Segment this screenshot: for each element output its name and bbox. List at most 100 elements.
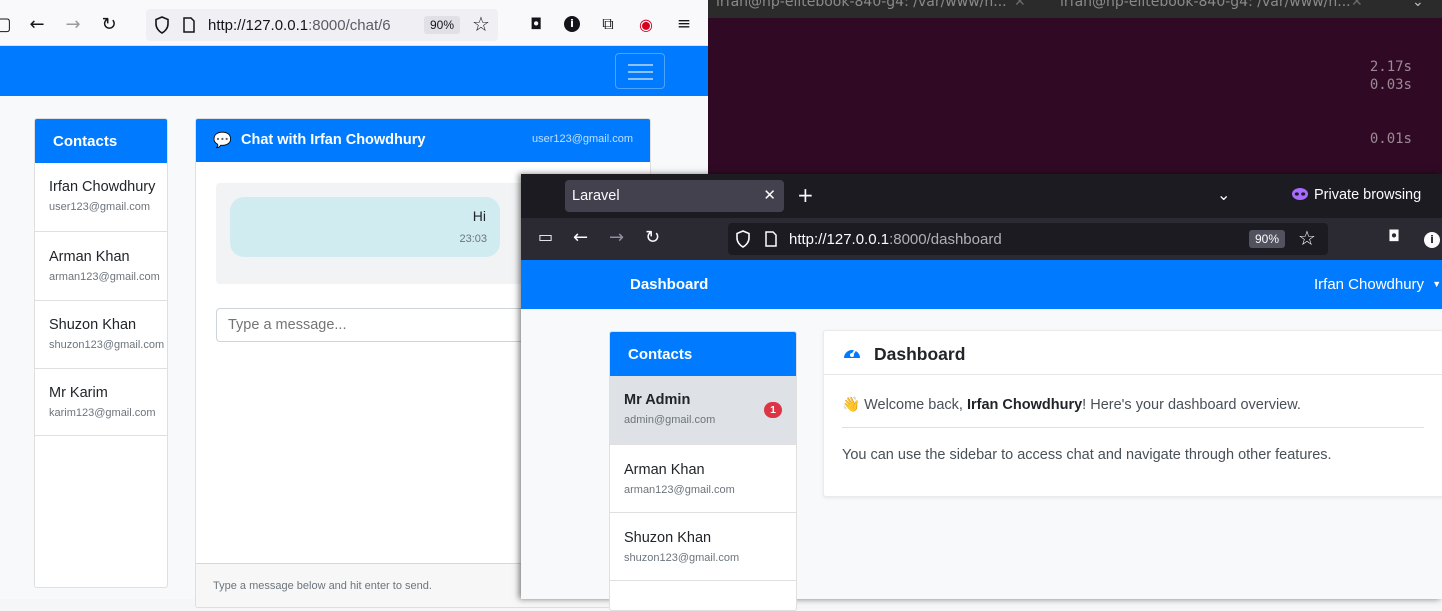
chat-header: 💬 Chat with Irfan Chowdhury user123@gmai… — [196, 119, 650, 162]
user-dropdown[interactable]: Irfan Chowdhury ▼ — [1314, 276, 1441, 293]
contact-email: arman123@gmail.com — [624, 484, 735, 496]
contact-name: Arman Khan — [624, 462, 705, 478]
menu-icon[interactable]: ≡ — [673, 13, 695, 35]
url-host: http://127.0.0.1 — [208, 17, 309, 34]
shield-icon — [155, 16, 169, 34]
user-name: Irfan Chowdhury — [1314, 276, 1425, 293]
contact-name: Mr Karim — [49, 385, 108, 401]
navbar-brand[interactable]: Dashboard — [630, 276, 708, 293]
forward-arrow-icon[interactable]: → — [609, 227, 624, 248]
url-path: :8000/dashboard — [889, 231, 1002, 248]
pocket-icon[interactable]: ◘ — [1388, 227, 1400, 245]
forward-arrow-icon[interactable]: → — [62, 13, 84, 35]
contact-name: Mr Admin — [624, 392, 691, 408]
caret-down-icon: ▼ — [1432, 279, 1442, 289]
contact-item[interactable]: Shuzon Khan shuzon123@gmail.com — [35, 300, 167, 368]
url-bar[interactable]: http://127.0.0.1:8000/chat/6 90% ☆ — [146, 9, 498, 41]
tab-close-icon[interactable]: ✕ — [763, 186, 776, 204]
dashboard-title: Dashboard — [874, 344, 966, 364]
contact-name: Irfan Chowdhury — [49, 179, 156, 195]
star-bookmark-icon[interactable]: ☆ — [472, 12, 490, 36]
new-tab-plus-icon[interactable]: + — [797, 183, 814, 207]
tachometer-icon — [844, 348, 860, 358]
zoom-badge[interactable]: 90% — [1249, 230, 1286, 248]
extensions-puzzle-icon[interactable]: ⧉ — [597, 13, 619, 35]
welcome-suffix: ! Here's your dashboard overview. — [1082, 397, 1301, 413]
terminal-tab[interactable]: irfan@hp-elitebook-840-g4: /var/www/h... — [1060, 0, 1351, 10]
tab-laravel[interactable]: Laravel ✕ — [565, 180, 784, 212]
zoom-badge[interactable]: 90% — [424, 16, 461, 34]
welcome-prefix: 👋 Welcome back, — [842, 397, 967, 413]
pocket-icon[interactable]: ◘ — [525, 13, 547, 35]
back-arrow-icon[interactable]: ← — [573, 227, 588, 248]
url-text: http://127.0.0.1:8000/dashboard — [789, 231, 1002, 248]
chat-app-navbar — [0, 46, 708, 96]
contact-item[interactable]: Irfan Chowdhury user123@gmail.com — [35, 163, 167, 231]
sidebar-toggle-icon[interactable]: ▭ — [538, 227, 553, 246]
terminal-line: 0.01s — [1369, 131, 1412, 147]
url-bar[interactable]: http://127.0.0.1:8000/dashboard 90% ☆ — [728, 223, 1328, 255]
tab-strip: Laravel ✕ + ⌄ Private browsing — [521, 174, 1442, 218]
contact-item-active[interactable]: Mr Admin admin@gmail.com 1 — [610, 376, 796, 444]
url-host: http://127.0.0.1 — [789, 231, 890, 248]
terminal-tabs: irfan@hp-elitebook-840-g4: /var/www/h...… — [708, 0, 1442, 18]
message-text: Hi — [472, 208, 486, 224]
dashboard-card-header: Dashboard — [824, 331, 1442, 375]
back-arrow-icon[interactable]: ← — [26, 13, 48, 35]
divider — [842, 427, 1424, 428]
message-bubble: Hi 23:03 — [230, 197, 500, 257]
dashboard-card: Dashboard 👋 Welcome back, Irfan Chowdhur… — [823, 330, 1442, 497]
chat-header-email: user123@gmail.com — [531, 133, 633, 145]
chat-title: Chat with Irfan Chowdhury — [241, 132, 426, 148]
contact-name: Shuzon Khan — [624, 530, 712, 546]
info-extension-icon[interactable]: i — [561, 13, 583, 35]
footer-hint: Type a message below and hit enter to se… — [213, 580, 432, 592]
page-icon — [183, 17, 195, 33]
navbar-toggler-button[interactable] — [615, 53, 665, 89]
terminal-tab-close-icon[interactable]: ✕ — [1014, 0, 1026, 10]
reload-icon[interactable]: ↻ — [98, 13, 120, 35]
list-tabs-chevron-icon[interactable]: ⌄ — [1217, 185, 1230, 204]
message-time: 23:03 — [459, 233, 487, 245]
browser-toolbar: ▢ ← → ↻ http://127.0.0.1:8000/chat/6 90%… — [0, 0, 708, 46]
url-path: :8000/chat/6 — [308, 17, 391, 34]
unread-badge: 1 — [764, 402, 782, 418]
contact-item[interactable]: Shuzon Khan shuzon123@gmail.com — [610, 512, 796, 581]
contacts-card: Contacts Irfan Chowdhury user123@gmail.c… — [34, 118, 168, 588]
tab-title: Laravel — [572, 188, 620, 204]
contact-item[interactable]: Arman Khan arman123@gmail.com — [35, 231, 167, 300]
contacts-header: Contacts — [610, 332, 796, 376]
contacts-header: Contacts — [35, 119, 167, 163]
contact-item[interactable]: Arman Khan arman123@gmail.com — [610, 444, 796, 512]
contact-item[interactable]: Mr Karim karim123@gmail.com — [35, 368, 167, 436]
terminal-line: 0.03s — [1369, 77, 1412, 93]
contact-name: Arman Khan — [49, 249, 130, 265]
reload-icon[interactable]: ↻ — [645, 227, 660, 248]
dashboard-info-text: You can use the sidebar to access chat a… — [842, 447, 1332, 463]
info-extension-icon[interactable]: i — [1424, 227, 1440, 248]
welcome-message: 👋 Welcome back, Irfan Chowdhury! Here's … — [842, 396, 1301, 413]
contact-email: shuzon123@gmail.com — [49, 339, 165, 351]
dashboard-browser-window: Laravel ✕ + ⌄ Private browsing ▭ ← → ↻ h… — [521, 174, 1442, 611]
star-bookmark-icon[interactable]: ☆ — [1298, 226, 1316, 250]
contact-email: admin@gmail.com — [624, 414, 716, 426]
terminal-tab[interactable]: irfan@hp-elitebook-840-g4: /var/www/h... — [716, 0, 1007, 10]
contact-email: user123@gmail.com — [49, 201, 151, 213]
terminal-tab-close-icon[interactable]: ✕ — [1351, 0, 1363, 10]
page-icon — [765, 231, 777, 247]
sidebar-contacts-card: Contacts Mr Admin admin@gmail.com 1 Arma… — [609, 331, 797, 611]
contact-email: arman123@gmail.com — [49, 271, 160, 283]
dashboard-navbar: Dashboard Irfan Chowdhury ▼ — [521, 260, 1442, 309]
contact-email: shuzon123@gmail.com — [624, 552, 740, 564]
contact-name: Shuzon Khan — [49, 317, 137, 333]
terminal-line: 2.17s — [1369, 59, 1412, 75]
sidebar-toggle-icon[interactable]: ▢ — [0, 13, 14, 35]
contact-email: karim123@gmail.com — [49, 407, 156, 419]
welcome-name: Irfan Chowdhury — [966, 397, 1083, 413]
private-browsing-label: Private browsing — [1314, 187, 1422, 203]
url-text: http://127.0.0.1:8000/chat/6 — [208, 17, 391, 34]
terminal-window: irfan@hp-elitebook-840-g4: /var/www/h...… — [708, 0, 1442, 175]
browser-nav-toolbar: ▭ ← → ↻ http://127.0.0.1:8000/dashboard … — [521, 218, 1442, 260]
terminal-menu-chevron-icon[interactable]: ⌄ — [1412, 0, 1424, 10]
screenshot-icon[interactable]: ◉ — [635, 13, 657, 35]
